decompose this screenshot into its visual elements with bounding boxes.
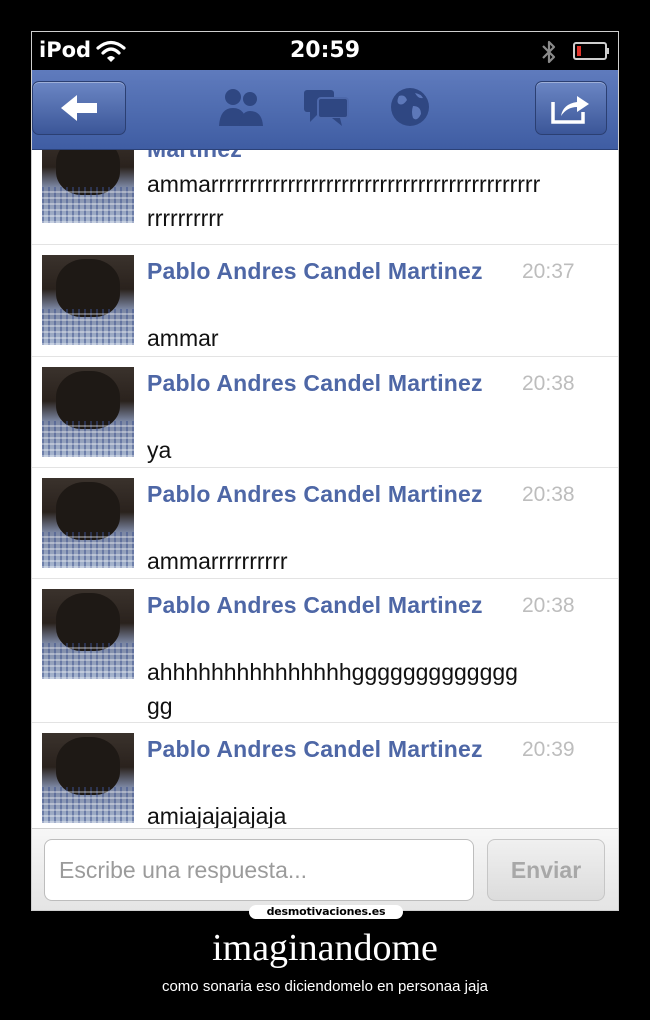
- avatar: [42, 367, 134, 457]
- battery-low-icon: [573, 42, 609, 60]
- message-text: ammar: [147, 325, 219, 351]
- message-item: Martinez ammarrrrrrrrrrrrrrrrrrrrrrrrrrr…: [32, 150, 618, 245]
- message-text: ammarrrrrrrrrrrrrrrrrrrrrrrrrrrrrrrrrrrr…: [147, 171, 541, 231]
- message-item: Pablo Andres Candel Martinez 20:39 amiaj…: [32, 723, 618, 828]
- message-item: Pablo Andres Candel Martinez 20:37 ammar: [32, 245, 618, 357]
- message-sender[interactable]: Pablo Andres Candel Martinez: [147, 255, 497, 288]
- message-text: ya: [147, 437, 172, 463]
- back-arrow-icon: [61, 95, 97, 121]
- message-sender[interactable]: Pablo Andres Candel Martinez: [147, 367, 497, 400]
- message-sender[interactable]: Pablo Andres Candel Martinez: [147, 589, 497, 622]
- share-icon: [551, 96, 589, 124]
- message-time: 20:38: [522, 483, 575, 506]
- send-button[interactable]: Enviar: [487, 839, 605, 901]
- avatar: [42, 478, 134, 568]
- message-text: ahhhhhhhhhhhhhhhggggggggggggggg: [147, 659, 518, 719]
- message-text: ammarrrrrrrrrr: [147, 548, 288, 574]
- messages-icon[interactable]: [302, 84, 352, 130]
- avatar: [42, 733, 134, 823]
- message-sender[interactable]: Martinez: [147, 150, 497, 166]
- globe-icon[interactable]: [387, 84, 433, 130]
- message-item: Pablo Andres Candel Martinez 20:38 ammar…: [32, 468, 618, 579]
- screenshot-frame: iPod 20:59 ammarrrrrrrrrrrrrrrrrrrrrrrrr…: [31, 31, 619, 911]
- nav-bar: [32, 70, 618, 150]
- message-sender[interactable]: Pablo Andres Candel Martinez: [147, 733, 497, 766]
- site-watermark: desmotivaciones.es: [249, 905, 403, 919]
- share-button[interactable]: [535, 81, 607, 135]
- avatar: [42, 255, 134, 345]
- avatar: [42, 589, 134, 679]
- back-button[interactable]: [32, 81, 126, 135]
- reply-composer: Enviar: [32, 828, 618, 910]
- friends-icon[interactable]: [215, 84, 267, 130]
- avatar: [42, 150, 134, 223]
- message-time: 20:37: [522, 260, 575, 283]
- message-list[interactable]: Martinez ammarrrrrrrrrrrrrrrrrrrrrrrrrrr…: [32, 150, 618, 828]
- status-bar: iPod 20:59: [32, 32, 618, 70]
- message-time: 20:38: [522, 372, 575, 395]
- status-time: 20:59: [289, 38, 361, 63]
- message-item: Pablo Andres Candel Martinez 20:38 ya: [32, 357, 618, 468]
- bluetooth-icon: [542, 40, 556, 64]
- reply-input[interactable]: [44, 839, 474, 901]
- message-item: Pablo Andres Candel Martinez 20:38 ahhhh…: [32, 579, 618, 723]
- message-sender[interactable]: Pablo Andres Candel Martinez: [147, 478, 497, 511]
- poster-title: imaginandome: [212, 927, 438, 969]
- message-time: 20:38: [522, 594, 575, 617]
- message-text: amiajajajajaja: [147, 803, 287, 828]
- message-time: 20:39: [522, 738, 575, 761]
- poster-caption: como sonaria eso diciendomelo en persona…: [161, 978, 489, 995]
